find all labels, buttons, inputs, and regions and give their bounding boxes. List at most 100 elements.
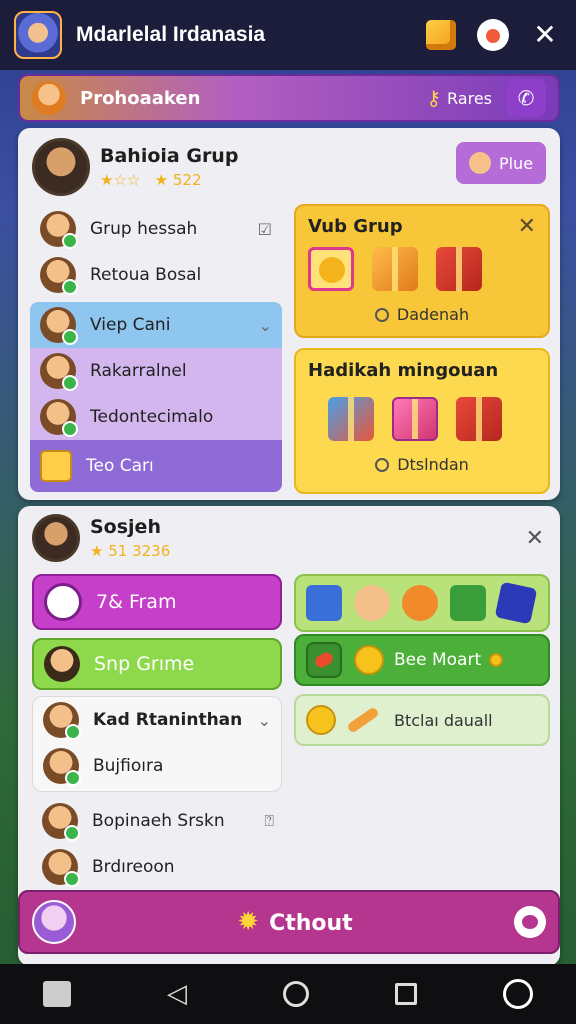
member-list: Grup hessah ☑ Retoua Bosal Viep Cani ⌄ R…	[30, 206, 282, 492]
group-avatar[interactable]	[32, 514, 80, 562]
close-icon[interactable]: ✕	[526, 526, 544, 551]
cube-icon[interactable]	[424, 18, 458, 52]
avatar[interactable]	[32, 900, 76, 944]
chest-icon[interactable]	[450, 585, 486, 621]
close-icon[interactable]: ✕	[518, 214, 536, 239]
gift-box-icon[interactable]	[456, 397, 502, 441]
close-icon[interactable]: ✕	[528, 18, 562, 52]
game-button[interactable]: Snp Grıme	[32, 638, 282, 690]
list-item[interactable]: Teo Carı	[30, 440, 282, 492]
vub-grup-card[interactable]: Vub Grup ✕ Dadenah	[294, 204, 550, 338]
list-item-label: Brdıreoon	[92, 857, 175, 877]
gift-box-icon[interactable]	[436, 247, 482, 291]
list-item-label: Grup hessah	[90, 219, 198, 239]
avatar	[40, 307, 78, 345]
bottom-action-bar[interactable]: ✹ Cthout	[18, 890, 560, 954]
banner-link[interactable]: Rares	[447, 89, 492, 108]
chevron-down-icon[interactable]: ⌄	[259, 316, 272, 335]
group-header: Sosjeh ★ 51 3236	[32, 514, 170, 562]
rating-value: ★ 51 3236	[90, 542, 171, 560]
expand-group: Kad Rtaninthan ⌄ Bujfioıra	[32, 696, 282, 792]
avatar	[42, 803, 80, 841]
card-footer-label: Dtslndan	[397, 455, 469, 474]
item-strip	[294, 574, 550, 632]
info-strip[interactable]: Btclaı dauall	[294, 694, 550, 746]
top-bar: Mdarlelal Irdanasia ✕	[0, 0, 576, 70]
list-item-label: Tedontecimalo	[90, 407, 214, 427]
group-rating: ★ 51 3236	[90, 542, 170, 560]
plus-button-label: Plue	[498, 153, 534, 173]
gift-box-icon[interactable]	[372, 247, 418, 291]
banner-title: Prohoaaken	[80, 87, 201, 109]
system-nav-bar: ◁	[0, 964, 576, 1024]
app-title: Mdarlelal Irdanasia	[76, 23, 266, 46]
bottom-bar-label-wrap: ✹ Cthout	[76, 907, 514, 937]
list-item[interactable]: Grup hessah ☑	[30, 206, 282, 252]
gem-icon[interactable]	[494, 581, 538, 625]
toy-gift-icon[interactable]	[328, 397, 374, 441]
list-item[interactable]: Bopinaeh Srskn ⍰	[32, 798, 284, 844]
button-label: Snp Grıme	[94, 653, 195, 675]
group-name: Bahioia Grup	[100, 145, 239, 167]
list-item-expandable[interactable]: Viep Cani ⌄	[30, 302, 282, 348]
card-footer-label: Dadenah	[396, 305, 470, 324]
clock-icon	[375, 458, 390, 472]
avatar	[43, 702, 81, 740]
list-item-label: Viep Cani	[90, 315, 171, 335]
fram-button[interactable]: 7& Fram	[32, 574, 282, 630]
strip-label: Btclaı dauall	[394, 710, 493, 730]
avatar	[44, 646, 80, 682]
list-item-expandable[interactable]: Kad Rtaninthan ⌄	[33, 697, 281, 743]
chat-icon[interactable]	[514, 906, 546, 938]
card-title: Vub Grup	[308, 216, 403, 237]
avatar	[40, 353, 78, 391]
list-item-label: Bopinaeh Srskn	[92, 811, 225, 831]
card-footer: Dadenah	[308, 305, 536, 324]
list-item[interactable]: Retoua Bosal	[30, 252, 282, 298]
group-avatar[interactable]	[32, 138, 90, 196]
phone-icon[interactable]: ✆	[506, 79, 546, 117]
member-list: Bopinaeh Srskn ⍰ Brdıreoon	[32, 798, 284, 890]
coin-gift-icon[interactable]	[308, 247, 354, 291]
circle-home-icon[interactable]	[283, 981, 309, 1007]
gift-row	[308, 247, 536, 291]
avatar	[42, 849, 80, 887]
badge-icon[interactable]: ⍰	[264, 811, 274, 831]
stick-icon	[346, 706, 380, 734]
box-icon	[40, 450, 72, 482]
character-icon[interactable]	[354, 585, 390, 621]
group-panel-1: Bahioia Grup ★☆☆ ★ 522 Plue Grup hessah …	[18, 128, 560, 500]
strip-label: Bee Moart	[394, 650, 482, 670]
bear-icon[interactable]	[402, 585, 438, 621]
recents-icon[interactable]	[395, 983, 417, 1005]
group-rating: ★☆☆ ★ 522	[100, 171, 238, 189]
chevron-down-icon[interactable]: ⌄	[258, 711, 271, 730]
list-item-label: Bujfioıra	[93, 756, 164, 776]
rating-value: ★ 522	[154, 171, 202, 189]
bottom-bar-label: Cthout	[269, 911, 353, 936]
back-icon[interactable]: ◁	[157, 979, 197, 1009]
avatar	[43, 748, 81, 786]
checkbox-icon[interactable]: ☑	[258, 220, 272, 239]
list-item-label: Retoua Bosal	[90, 265, 202, 285]
gift-box-icon[interactable]	[392, 397, 438, 441]
swirl-icon	[44, 583, 82, 621]
list-item[interactable]: Tedontecimalo	[30, 394, 282, 440]
reward-strip[interactable]: Bee Moart	[294, 634, 550, 686]
home-icon[interactable]	[43, 981, 71, 1007]
list-item[interactable]: Brdıreoon	[32, 844, 284, 890]
avatar	[32, 81, 66, 115]
list-item[interactable]: Bujfioıra	[33, 743, 281, 789]
avatar	[40, 211, 78, 249]
key-icon: ⚷	[426, 86, 442, 110]
list-item[interactable]: Rakarralnel	[30, 348, 282, 394]
plus-button[interactable]: Plue	[456, 142, 546, 184]
game-avatar-icon[interactable]	[14, 11, 62, 59]
power-icon[interactable]	[503, 979, 533, 1009]
phone-item-icon[interactable]	[306, 585, 342, 621]
coin-icon	[354, 645, 384, 675]
mascot-icon[interactable]	[476, 18, 510, 52]
card-footer: Dtslndan	[308, 455, 536, 474]
promo-banner[interactable]: Prohoaaken ⚷ Rares ✆	[18, 74, 560, 122]
hadikah-card[interactable]: Hadikah mingouan Dtslndan	[294, 348, 550, 494]
